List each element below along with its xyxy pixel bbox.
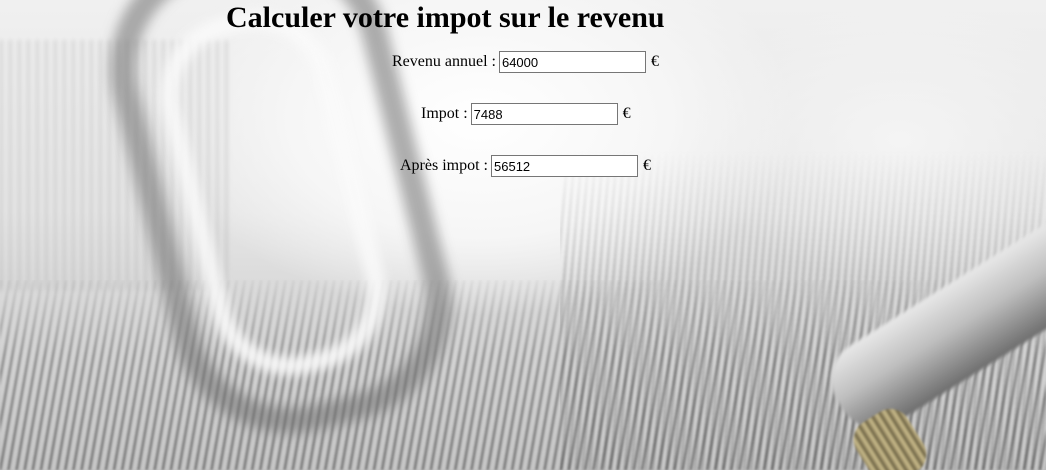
- impot-label: Impot :: [421, 105, 468, 122]
- apres-impot-unit: €: [643, 157, 651, 174]
- tax-calculator: Calculer votre impot sur le revenu Reven…: [0, 0, 1046, 470]
- apres-impot-input[interactable]: [491, 155, 638, 177]
- revenu-input[interactable]: [498, 51, 646, 73]
- revenu-label: Revenu annuel :: [392, 53, 496, 70]
- page-title: Calculer votre impot sur le revenu: [226, 1, 665, 34]
- apres-impot-label: Après impot :: [400, 157, 488, 174]
- impot-input[interactable]: [470, 103, 618, 125]
- revenu-row: Revenu annuel : €: [392, 50, 659, 74]
- impot-unit: €: [622, 105, 631, 122]
- impot-row: Impot : €: [421, 102, 631, 126]
- revenu-unit: €: [650, 53, 659, 70]
- apres-impot-row: Après impot : €: [400, 154, 651, 178]
